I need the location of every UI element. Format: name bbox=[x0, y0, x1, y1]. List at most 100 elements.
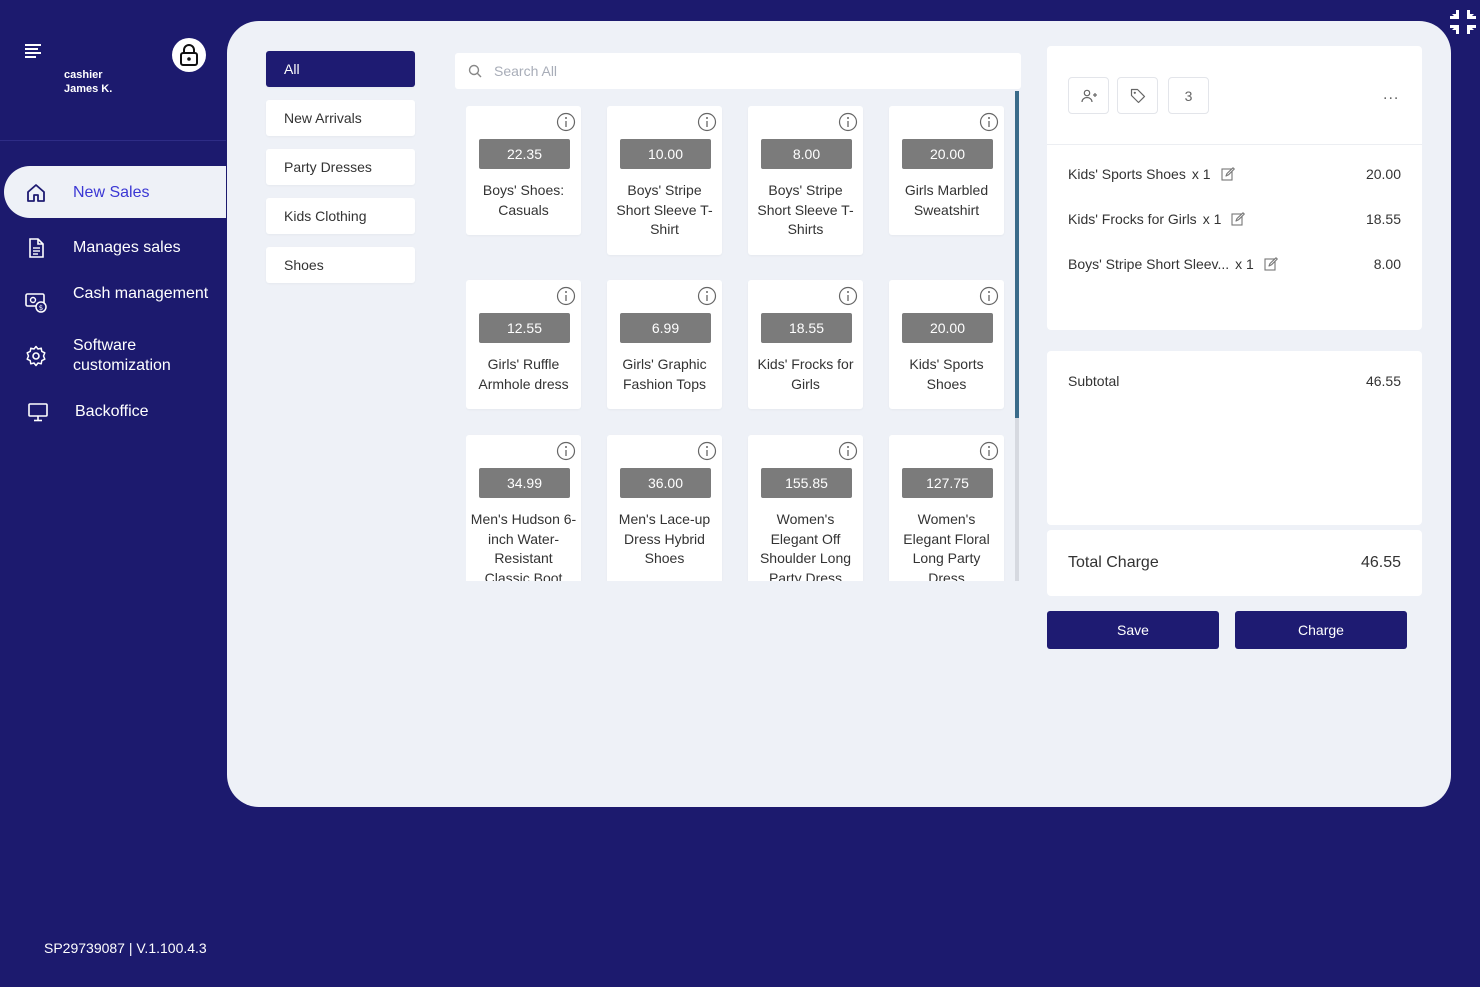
subtotal-panel: Subtotal 46.55 bbox=[1047, 351, 1422, 525]
collapse-fullscreen-icon[interactable] bbox=[1449, 8, 1477, 36]
product-price: 22.35 bbox=[479, 139, 570, 169]
info-icon[interactable] bbox=[838, 286, 858, 306]
line-item-price: 18.55 bbox=[1365, 211, 1401, 227]
product-price: 18.55 bbox=[761, 313, 852, 343]
total-value: 46.55 bbox=[1360, 554, 1401, 571]
cash-icon: $ bbox=[24, 290, 48, 314]
edit-icon[interactable] bbox=[1231, 212, 1246, 226]
product-card[interactable]: 22.35 Boys' Shoes: Casuals bbox=[466, 106, 581, 235]
subtotal-value: 46.55 bbox=[1365, 373, 1401, 389]
info-icon[interactable] bbox=[697, 441, 717, 461]
product-name: Boys' Stripe Short Sleeve T-Shirts bbox=[757, 182, 854, 237]
line-item-price: 8.00 bbox=[1373, 256, 1401, 272]
product-card[interactable]: 10.00 Boys' Stripe Short Sleeve T-Shirt bbox=[607, 106, 722, 255]
item-count-badge[interactable]: 3 bbox=[1168, 77, 1209, 114]
nav-label: Backoffice bbox=[75, 403, 149, 420]
cart-line-item[interactable]: Kids' Sports Shoes x 1 20.00 bbox=[1068, 164, 1401, 184]
discount-button[interactable] bbox=[1117, 77, 1158, 114]
product-grid: 22.35 Boys' Shoes: Casuals 10.00 Boys' S… bbox=[466, 106, 1018, 581]
charge-button[interactable]: Charge bbox=[1235, 611, 1407, 649]
tag-icon bbox=[1130, 88, 1145, 103]
nav-label: Software customization bbox=[73, 337, 171, 374]
info-icon[interactable] bbox=[556, 441, 576, 461]
info-icon[interactable] bbox=[556, 286, 576, 306]
hamburger-menu-icon[interactable] bbox=[25, 44, 41, 58]
info-icon[interactable] bbox=[979, 286, 999, 306]
total-panel: Total Charge 46.55 bbox=[1047, 530, 1422, 596]
product-price: 6.99 bbox=[620, 313, 711, 343]
product-name: Boys' Stripe Short Sleeve T-Shirt bbox=[616, 182, 713, 237]
product-price: 20.00 bbox=[902, 313, 993, 343]
svg-text:$: $ bbox=[39, 304, 43, 312]
product-card[interactable]: 6.99 Girls' Graphic Fashion Tops bbox=[607, 280, 722, 409]
search-icon bbox=[468, 64, 482, 78]
product-name: Women's Elegant Floral Long Party Dress bbox=[903, 511, 990, 581]
product-scrollbar[interactable] bbox=[1015, 91, 1019, 581]
sidebar-divider bbox=[0, 140, 226, 141]
product-card[interactable]: 12.55 Girls' Ruffle Armhole dress bbox=[466, 280, 581, 409]
product-name: Women's Elegant Off Shoulder Long Party … bbox=[759, 511, 852, 581]
edit-icon[interactable] bbox=[1264, 257, 1278, 271]
add-user-icon bbox=[1080, 89, 1097, 102]
nav-label: New Sales bbox=[73, 184, 150, 201]
product-card[interactable]: 155.85 Women's Elegant Off Shoulder Long… bbox=[748, 435, 863, 581]
product-name: Men's Hudson 6-inch Water-Resistant Clas… bbox=[470, 511, 577, 581]
product-card[interactable]: 20.00 Girls Marbled Sweatshirt bbox=[889, 106, 1004, 235]
cart-panel: 3 ... Kids' Sports Shoes x 1 20.00 Kids'… bbox=[1047, 46, 1422, 330]
home-icon bbox=[24, 181, 48, 205]
save-button[interactable]: Save bbox=[1047, 611, 1219, 649]
category-new-arrivals[interactable]: New Arrivals bbox=[266, 100, 415, 136]
nav-item-backoffice[interactable]: Backoffice bbox=[0, 400, 226, 424]
product-card[interactable]: 34.99 Men's Hudson 6-inch Water-Resistan… bbox=[466, 435, 581, 581]
info-icon[interactable] bbox=[556, 112, 576, 132]
product-name: Girls Marbled Sweatshirt bbox=[904, 182, 989, 218]
product-name: Boys' Shoes: Casuals bbox=[482, 182, 565, 218]
line-item-qty: x 1 bbox=[1202, 211, 1222, 227]
nav-item-software-customization[interactable]: Software customization bbox=[0, 336, 226, 376]
monitor-icon bbox=[26, 400, 50, 424]
info-icon[interactable] bbox=[838, 112, 858, 132]
info-icon[interactable] bbox=[979, 441, 999, 461]
product-name: Girls' Ruffle Armhole dress bbox=[478, 356, 569, 392]
info-icon[interactable] bbox=[697, 112, 717, 132]
search-input[interactable] bbox=[494, 63, 994, 79]
product-card[interactable]: 8.00 Boys' Stripe Short Sleeve T-Shirts bbox=[748, 106, 863, 255]
line-item-price: 20.00 bbox=[1365, 166, 1401, 182]
cart-line-item[interactable]: Boys' Stripe Short Sleev... x 1 8.00 bbox=[1068, 254, 1401, 274]
product-name: Girls' Graphic Fashion Tops bbox=[622, 356, 707, 392]
nav-item-new-sales[interactable]: New Sales bbox=[0, 181, 226, 205]
product-name: Kids' Sports Shoes bbox=[909, 356, 984, 392]
nav-item-manages-sales[interactable]: Manages sales bbox=[0, 236, 226, 260]
edit-icon[interactable] bbox=[1220, 167, 1235, 181]
scrollbar-thumb[interactable] bbox=[1015, 91, 1019, 418]
nav-item-cash-management[interactable]: $ Cash management bbox=[0, 284, 226, 324]
category-shoes[interactable]: Shoes bbox=[266, 247, 415, 283]
sidebar: cashier James K. New Sales Manages sales… bbox=[0, 0, 226, 987]
line-item-qty: x 1 bbox=[1235, 256, 1254, 272]
more-options-button[interactable]: ... bbox=[1383, 86, 1399, 104]
product-price: 155.85 bbox=[761, 468, 852, 498]
document-icon bbox=[24, 236, 48, 260]
product-card[interactable]: 20.00 Kids' Sports Shoes bbox=[889, 280, 1004, 409]
info-icon[interactable] bbox=[979, 112, 999, 132]
line-item-name: Kids' Sports Shoes bbox=[1068, 166, 1186, 182]
gear-icon bbox=[24, 344, 48, 368]
line-item-name: Boys' Stripe Short Sleev... bbox=[1068, 256, 1230, 272]
product-card[interactable]: 18.55 Kids' Frocks for Girls bbox=[748, 280, 863, 409]
category-all[interactable]: All bbox=[266, 51, 415, 87]
line-item-name: Kids' Frocks for Girls bbox=[1068, 211, 1197, 227]
user-role: cashier bbox=[64, 69, 103, 81]
product-price: 12.55 bbox=[479, 313, 570, 343]
product-price: 8.00 bbox=[761, 139, 852, 169]
category-party-dresses[interactable]: Party Dresses bbox=[266, 149, 415, 185]
lock-button[interactable] bbox=[172, 38, 206, 72]
info-icon[interactable] bbox=[697, 286, 717, 306]
product-card[interactable]: 127.75 Women's Elegant Floral Long Party… bbox=[889, 435, 1004, 581]
cart-line-item[interactable]: Kids' Frocks for Girls x 1 18.55 bbox=[1068, 209, 1401, 229]
info-icon[interactable] bbox=[838, 441, 858, 461]
category-kids-clothing[interactable]: Kids Clothing bbox=[266, 198, 415, 234]
product-card[interactable]: 36.00 Men's Lace-up Dress Hybrid Shoes bbox=[607, 435, 722, 581]
subtotal-label: Subtotal bbox=[1068, 373, 1120, 389]
version-label: SP29739087 | V.1.100.4.3 bbox=[44, 940, 207, 956]
add-customer-button[interactable] bbox=[1068, 77, 1109, 114]
